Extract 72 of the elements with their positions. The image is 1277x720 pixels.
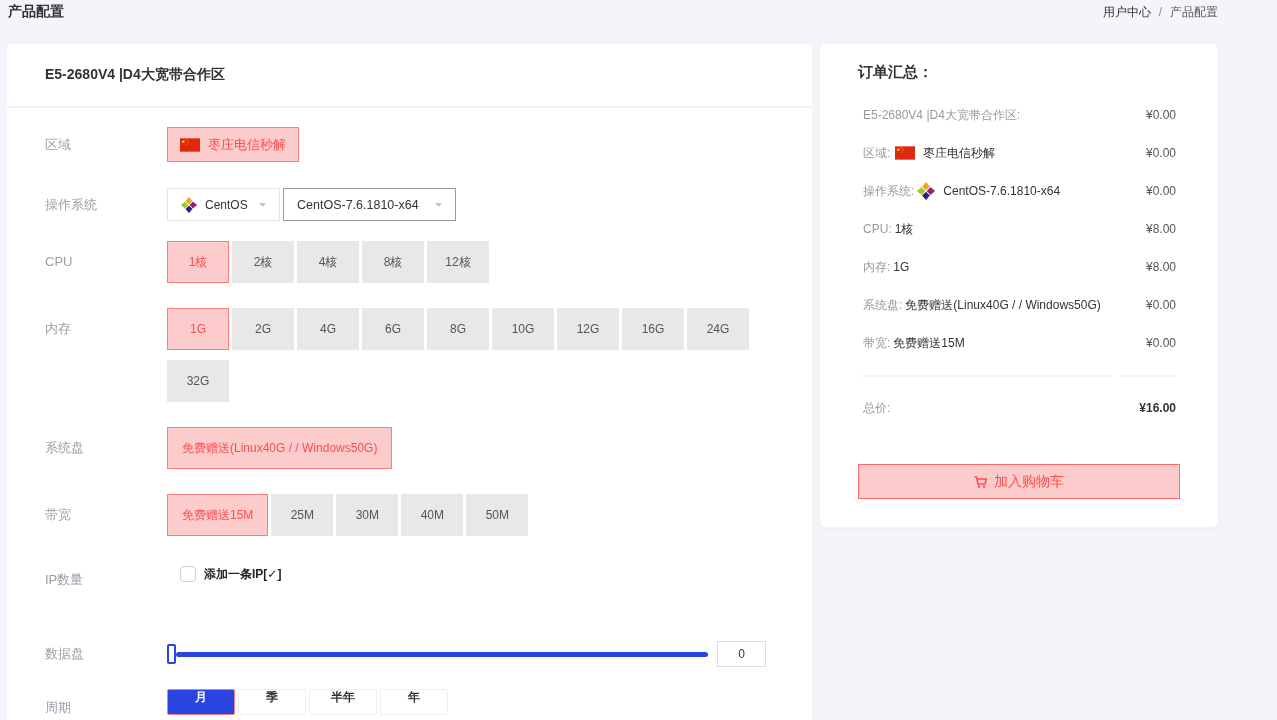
option-button[interactable]: 8G [427,308,489,350]
option-button[interactable]: 12核 [427,241,489,283]
summary-price: ¥0.00 [1145,298,1176,312]
number-input[interactable]: 0 [717,641,766,667]
summary-price: ¥8.00 [1145,260,1176,274]
period-tab[interactable]: 季 [238,689,306,715]
field-label: 周期 [45,699,72,717]
field-label: 操作系统 [45,196,98,214]
field-label: 内存 [45,320,72,338]
option-button[interactable]: 40M [401,494,464,536]
breadcrumb-link[interactable]: 用户中心 [1102,3,1151,21]
summary-label: CPU: [863,222,892,236]
os-logo-icon [181,196,197,213]
flag-icon [180,137,200,152]
cart-icon [974,475,987,488]
dropdown[interactable]: CentOS [167,188,280,221]
product-title: E5-2680V4 |D4大宽带合作区 [45,66,225,84]
option-button[interactable]: 24G [687,308,749,350]
summary-value: 1核 [894,220,914,238]
field-label: IP数量 [45,571,85,589]
field-label: 区域 [45,136,72,154]
summary-label: E5-2680V4 |D4大宽带合作区: [863,106,1021,124]
page-title: 产品配置 [8,3,64,21]
option-button[interactable]: 16G [622,308,684,350]
option-button[interactable]: 12G [557,308,619,350]
slider-track[interactable] [167,644,708,664]
summary-label: 操作系统: [863,182,915,200]
os-logo-icon [917,182,936,200]
summary-value: 枣庄电信秒解 [923,144,996,162]
total-price: ¥16.00 [1139,401,1176,415]
caret-icon [259,202,266,207]
summary-value: CentOS-7.6.1810-x64 [943,184,1061,198]
slider-thumb[interactable] [167,644,176,664]
summary-label: 区域: [863,144,891,162]
period-tab[interactable]: 半年 [309,689,377,715]
option-button[interactable]: 6G [362,308,424,350]
summary-price: ¥0.00 [1145,146,1176,160]
field-label: CPU [45,253,74,271]
option-button[interactable]: 4核 [297,241,359,283]
option-button[interactable]: 2G [232,308,294,350]
summary-title: 订单汇总： [858,62,934,82]
summary-price: ¥8.00 [1145,222,1176,236]
summary-price: ¥0.00 [1145,108,1176,122]
field-label: 带宽 [45,506,72,524]
total-label: 总价: [863,399,891,417]
checkbox-label: 添加一条IP[✓] [204,566,282,582]
option-button[interactable]: 50M [466,494,529,536]
checkbox[interactable] [180,566,196,582]
field-label: 数据盘 [45,645,85,663]
flag-icon [895,146,916,160]
option-button[interactable]: 25M [271,494,334,536]
summary-label: 内存: [863,258,891,276]
option-button[interactable]: 32G [167,360,229,402]
breadcrumb-separator: / [1158,5,1162,19]
summary-price: ¥0.00 [1145,184,1176,198]
dropdown[interactable]: CentOS-7.6.1810-x64 [283,188,456,221]
summary-value: 免费赠送15M [893,334,965,352]
summary-price: ¥0.00 [1145,336,1176,350]
period-tab[interactable]: 年 [380,689,448,715]
option-button[interactable]: 30M [336,494,399,536]
field-label: 系统盘 [45,439,85,457]
caret-icon [435,202,442,207]
option-button[interactable]: 4G [297,308,359,350]
option-button[interactable]: 8核 [362,241,424,283]
summary-label: 系统盘: [863,296,903,314]
period-tab[interactable]: 月 [167,689,235,715]
breadcrumb-current: 产品配置 [1170,3,1218,21]
option-button[interactable]: 10G [492,308,554,350]
summary-value: 1G [893,260,910,274]
summary-value: 免费赠送(Linux40G / / Windows50G) [905,296,1101,314]
summary-label: 带宽: [863,334,891,352]
option-button[interactable]: 2核 [232,241,294,283]
